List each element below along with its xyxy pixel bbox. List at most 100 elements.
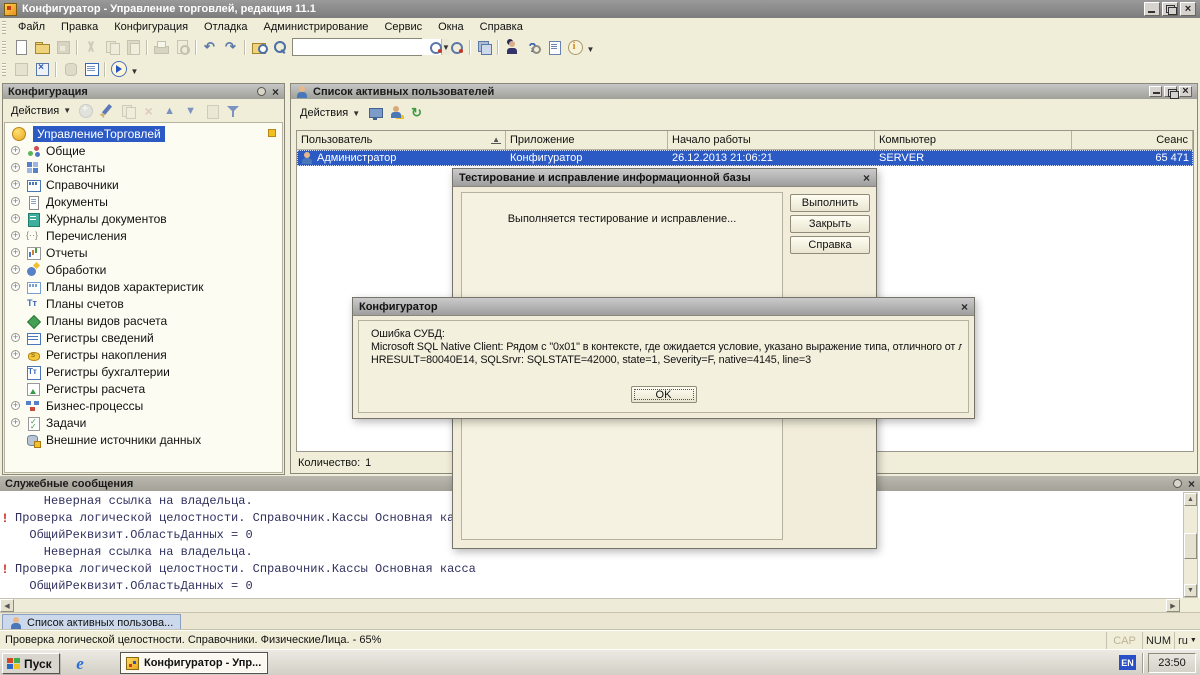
- toolbar-grip[interactable]: [2, 63, 6, 76]
- menu-windows[interactable]: Окна: [430, 19, 472, 35]
- tree-item-enums[interactable]: +Перечисления: [5, 227, 282, 244]
- tab-active-users[interactable]: Список активных пользова...: [2, 614, 181, 631]
- menu-edit[interactable]: Правка: [53, 19, 106, 35]
- message-line[interactable]: !Проверка логической целостности. Справо…: [15, 561, 1200, 578]
- tree-item-business-processes[interactable]: +Бизнес-процессы: [5, 397, 282, 414]
- language-indicator[interactable]: ru▼: [1174, 632, 1200, 649]
- tray-language-indicator[interactable]: EN: [1119, 655, 1136, 670]
- tree-item-documents[interactable]: +Документы: [5, 193, 282, 210]
- expand-icon[interactable]: +: [11, 180, 20, 189]
- tree-item-account-plans[interactable]: Планы счетов: [5, 295, 282, 312]
- actions-menu-button[interactable]: Действия▼: [7, 103, 75, 119]
- expand-icon[interactable]: +: [11, 401, 20, 410]
- find-in-files-button[interactable]: [248, 37, 269, 57]
- column-header-1[interactable]: Пользователь▲: [297, 131, 506, 149]
- child-restore-button[interactable]: [1164, 86, 1177, 97]
- expand-icon[interactable]: +: [11, 333, 20, 342]
- search-input[interactable]: [293, 39, 441, 55]
- syntax-helper-button[interactable]: [543, 37, 564, 57]
- help-search-button[interactable]: [522, 37, 543, 57]
- minimize-button[interactable]: [1144, 2, 1160, 16]
- tree-item-calc-registers[interactable]: Регистры расчета: [5, 380, 282, 397]
- menu-grip[interactable]: [2, 21, 6, 34]
- tree-item-journals[interactable]: +Журналы документов: [5, 210, 282, 227]
- tree-item-char-plans[interactable]: +Планы видов характеристик: [5, 278, 282, 295]
- scroll-right-icon[interactable]: ▶: [1166, 599, 1180, 612]
- tree-item-acc-registers[interactable]: Регистры бухгалтерии: [5, 363, 282, 380]
- tree-item-dataprocessors[interactable]: +Обработки: [5, 261, 282, 278]
- toolbar-grip[interactable]: [2, 41, 6, 54]
- terminate-session-button[interactable]: [364, 103, 385, 123]
- toolbar-overflow-icon[interactable]: ▼: [585, 37, 596, 57]
- tree-item-info-registers[interactable]: +Регистры сведений: [5, 329, 282, 346]
- child-minimize-button[interactable]: [1149, 86, 1162, 97]
- tree-item-tasks[interactable]: +Задачи: [5, 414, 282, 431]
- users-actions-menu-button[interactable]: Действия▼: [296, 105, 364, 121]
- form-close-button[interactable]: [31, 59, 52, 79]
- scroll-up-icon[interactable]: ▲: [1184, 493, 1197, 506]
- find-previous-button[interactable]: [445, 37, 466, 57]
- tree-item-catalogs[interactable]: +Справочники: [5, 176, 282, 193]
- restore-button[interactable]: [1162, 2, 1178, 16]
- close-panel-icon[interactable]: ×: [272, 86, 279, 98]
- help-button[interactable]: Справка: [790, 236, 870, 254]
- ok-button[interactable]: OK: [631, 386, 697, 403]
- column-header-2[interactable]: Приложение: [506, 131, 668, 149]
- filter-button[interactable]: [222, 101, 243, 121]
- execute-button[interactable]: Выполнить: [790, 194, 870, 212]
- menu-administration[interactable]: Администрирование: [256, 19, 377, 35]
- messages-pin-icon[interactable]: [1173, 479, 1182, 488]
- move-down-button[interactable]: [180, 101, 201, 121]
- column-header-3[interactable]: Начало работы: [668, 131, 875, 149]
- menu-configuration[interactable]: Конфигурация: [106, 19, 196, 35]
- redo-button[interactable]: [220, 37, 241, 57]
- expand-icon[interactable]: +: [11, 418, 20, 427]
- user-info-button[interactable]: [385, 103, 406, 123]
- tree-item-accum-registers[interactable]: +Регистры накопления: [5, 346, 282, 363]
- column-header-5[interactable]: Сеанс: [1072, 131, 1193, 149]
- menu-service[interactable]: Сервис: [376, 19, 430, 35]
- start-button[interactable]: Пуск: [2, 653, 60, 674]
- column-header-4[interactable]: Компьютер: [875, 131, 1072, 149]
- tree-item-reports[interactable]: +Отчеты: [5, 244, 282, 261]
- designer-button[interactable]: [501, 37, 522, 57]
- form-table-button[interactable]: [80, 59, 101, 79]
- expand-icon[interactable]: +: [11, 350, 20, 359]
- move-up-button[interactable]: [159, 101, 180, 121]
- menu-debug[interactable]: Отладка: [196, 19, 255, 35]
- toolbar-overflow-icon[interactable]: ▼: [129, 59, 140, 79]
- expand-icon[interactable]: +: [11, 248, 20, 257]
- find-next-button[interactable]: [424, 37, 445, 57]
- pin-icon[interactable]: [257, 87, 266, 96]
- child-close-button[interactable]: ×: [1179, 86, 1192, 97]
- expand-icon[interactable]: +: [11, 214, 20, 223]
- refresh-button[interactable]: [406, 103, 427, 123]
- undo-button[interactable]: [199, 37, 220, 57]
- about-button[interactable]: [564, 37, 585, 57]
- tree-item-root[interactable]: УправлениеТорговлей: [5, 125, 282, 142]
- expand-icon[interactable]: +: [11, 231, 20, 240]
- open-button[interactable]: [31, 37, 52, 57]
- tree-item-external-sources[interactable]: Внешние источники данных: [5, 431, 282, 448]
- close-button[interactable]: Закрыть: [790, 215, 870, 233]
- menu-file[interactable]: Файл: [10, 19, 53, 35]
- test-dialog-close-icon[interactable]: ×: [863, 172, 870, 184]
- edit-button[interactable]: [96, 101, 117, 121]
- expand-icon[interactable]: +: [11, 146, 20, 155]
- new-document-button[interactable]: [10, 37, 31, 57]
- tree-item-constants[interactable]: +Константы: [5, 159, 282, 176]
- messages-close-icon[interactable]: ×: [1188, 478, 1195, 490]
- zoom-button[interactable]: [269, 37, 290, 57]
- expand-icon[interactable]: +: [11, 163, 20, 172]
- taskbar-configurator-button[interactable]: Конфигуратор - Упр...: [120, 652, 268, 674]
- expand-icon[interactable]: +: [11, 282, 20, 291]
- tree-item-common[interactable]: +Общие: [5, 142, 282, 159]
- scroll-thumb[interactable]: [1184, 533, 1197, 559]
- internet-explorer-icon[interactable]: e: [70, 654, 90, 673]
- messages-vertical-scrollbar[interactable]: ▲ ▼: [1183, 492, 1198, 598]
- close-button[interactable]: ×: [1180, 2, 1196, 16]
- expand-icon[interactable]: +: [11, 265, 20, 274]
- error-dialog-close-icon[interactable]: ×: [961, 301, 968, 313]
- expand-icon[interactable]: +: [11, 197, 20, 206]
- message-line[interactable]: ОбщийРеквизит.ОбластьДанных = 0: [15, 578, 1200, 595]
